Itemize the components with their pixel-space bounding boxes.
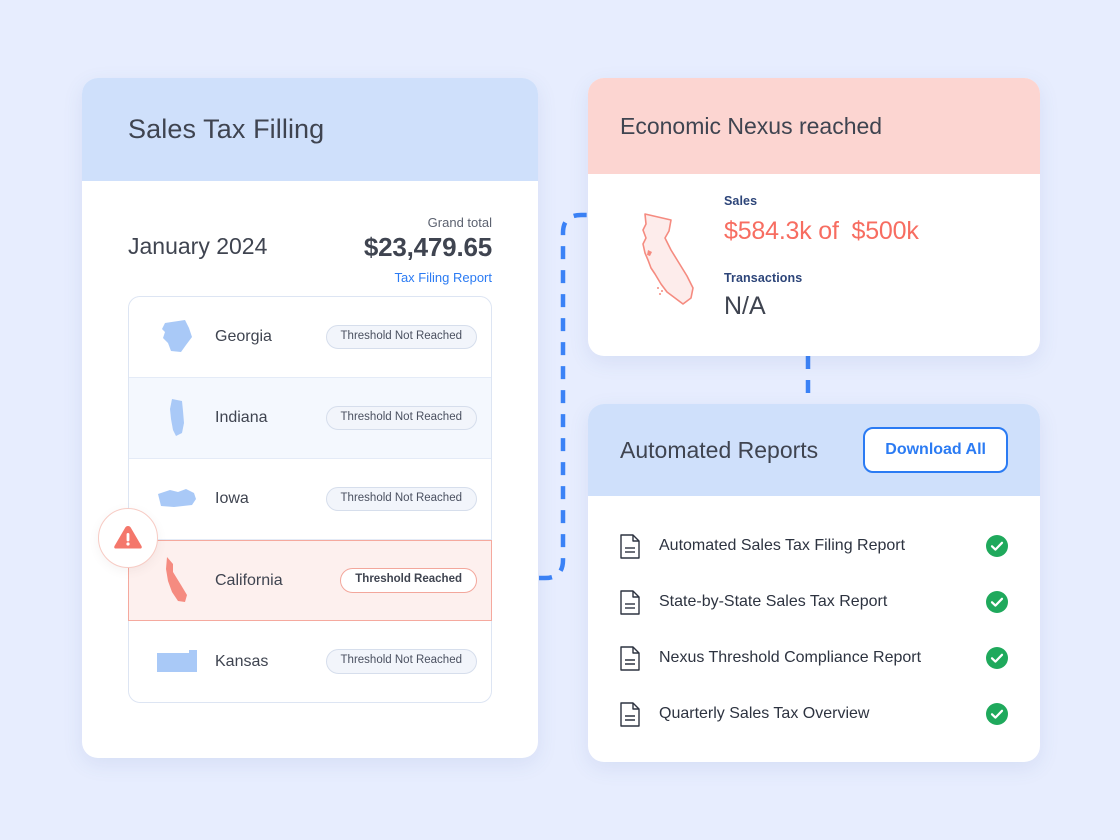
report-name: Automated Sales Tax Filing Report bbox=[659, 537, 906, 554]
check-circle-icon bbox=[986, 535, 1008, 557]
table-row[interactable]: Georgia Threshold Not Reached bbox=[129, 297, 491, 378]
list-item[interactable]: Nexus Threshold Compliance Report bbox=[620, 630, 1008, 686]
check-circle-icon bbox=[986, 703, 1008, 725]
dashboard-stage: Sales Tax Filling January 2024 Grand tot… bbox=[0, 0, 1120, 840]
table-row[interactable]: Kansas Threshold Not Reached bbox=[129, 621, 491, 702]
status-badge: Threshold Not Reached bbox=[325, 649, 477, 674]
list-item[interactable]: State-by-State Sales Tax Report bbox=[620, 574, 1008, 630]
nexus-card-header: Economic Nexus reached bbox=[588, 78, 1040, 174]
state-list: Georgia Threshold Not Reached Indiana Th… bbox=[128, 296, 492, 703]
status-badge: Threshold Reached bbox=[340, 568, 477, 593]
sales-label: Sales bbox=[724, 194, 758, 208]
download-all-button[interactable]: Download All bbox=[863, 427, 1008, 473]
sales-value: $584.3k of $500k bbox=[724, 217, 1008, 246]
nexus-title: Economic Nexus reached bbox=[620, 112, 883, 139]
document-icon bbox=[620, 589, 650, 615]
automated-reports-card: Automated Reports Download All Automated… bbox=[588, 404, 1040, 762]
period-label: January 2024 bbox=[128, 233, 268, 259]
economic-nexus-card: Economic Nexus reached Sales $584.3k of … bbox=[588, 78, 1040, 356]
status-badge: Threshold Not Reached bbox=[325, 405, 477, 431]
report-list: Automated Sales Tax Filing Report State-… bbox=[588, 496, 1040, 742]
check-circle-icon bbox=[986, 647, 1008, 669]
document-icon bbox=[620, 645, 650, 671]
status-badge: Threshold Not Reached bbox=[325, 486, 477, 512]
table-row[interactable]: Iowa Threshold Not Reached bbox=[129, 459, 491, 540]
indiana-shape-icon bbox=[155, 397, 199, 439]
grand-total-label: Grand total bbox=[427, 215, 492, 230]
state-name: California bbox=[215, 571, 283, 589]
document-icon bbox=[620, 533, 650, 559]
kansas-shape-icon bbox=[155, 647, 199, 677]
state-name: Georgia bbox=[215, 328, 272, 345]
nexus-stats: Sales $584.3k of $500k Transactions N/A bbox=[716, 194, 1008, 321]
check-circle-icon bbox=[986, 591, 1008, 613]
reports-title: Automated Reports bbox=[620, 436, 819, 463]
filing-summary: January 2024 Grand total $23,479.65 Tax … bbox=[82, 181, 538, 287]
transactions-value: N/A bbox=[724, 292, 766, 320]
list-item[interactable]: Quarterly Sales Tax Overview bbox=[620, 686, 1008, 742]
totals-block: Grand total $23,479.65 Tax Filing Report bbox=[364, 215, 492, 287]
sales-current: $584.3k of bbox=[724, 217, 839, 245]
iowa-shape-icon bbox=[155, 485, 199, 513]
filing-card-header: Sales Tax Filling bbox=[82, 78, 538, 181]
sales-threshold: $500k bbox=[851, 217, 919, 245]
report-name: Nexus Threshold Compliance Report bbox=[659, 649, 922, 666]
table-row[interactable]: California Threshold Reached bbox=[128, 540, 492, 621]
california-shape-icon bbox=[155, 555, 199, 607]
state-name: Kansas bbox=[215, 652, 269, 670]
state-name: Indiana bbox=[215, 409, 268, 426]
california-outline-icon bbox=[620, 194, 716, 316]
nexus-body: Sales $584.3k of $500k Transactions N/A bbox=[588, 174, 1040, 321]
list-item[interactable]: Automated Sales Tax Filing Report bbox=[620, 518, 1008, 574]
warning-triangle-icon bbox=[98, 508, 158, 568]
report-name: Quarterly Sales Tax Overview bbox=[659, 705, 870, 722]
document-icon bbox=[620, 701, 650, 727]
georgia-shape-icon bbox=[155, 317, 199, 357]
table-row[interactable]: Indiana Threshold Not Reached bbox=[129, 378, 491, 459]
tax-filing-report-link[interactable]: Tax Filing Report bbox=[394, 270, 492, 285]
state-name: Iowa bbox=[215, 490, 249, 507]
reports-card-header: Automated Reports Download All bbox=[588, 404, 1040, 496]
report-name: State-by-State Sales Tax Report bbox=[659, 593, 888, 610]
status-badge: Threshold Not Reached bbox=[325, 324, 477, 350]
grand-total-amount: $23,479.65 bbox=[363, 232, 492, 262]
transactions-label: Transactions bbox=[724, 271, 803, 285]
page-title: Sales Tax Filling bbox=[128, 114, 325, 144]
